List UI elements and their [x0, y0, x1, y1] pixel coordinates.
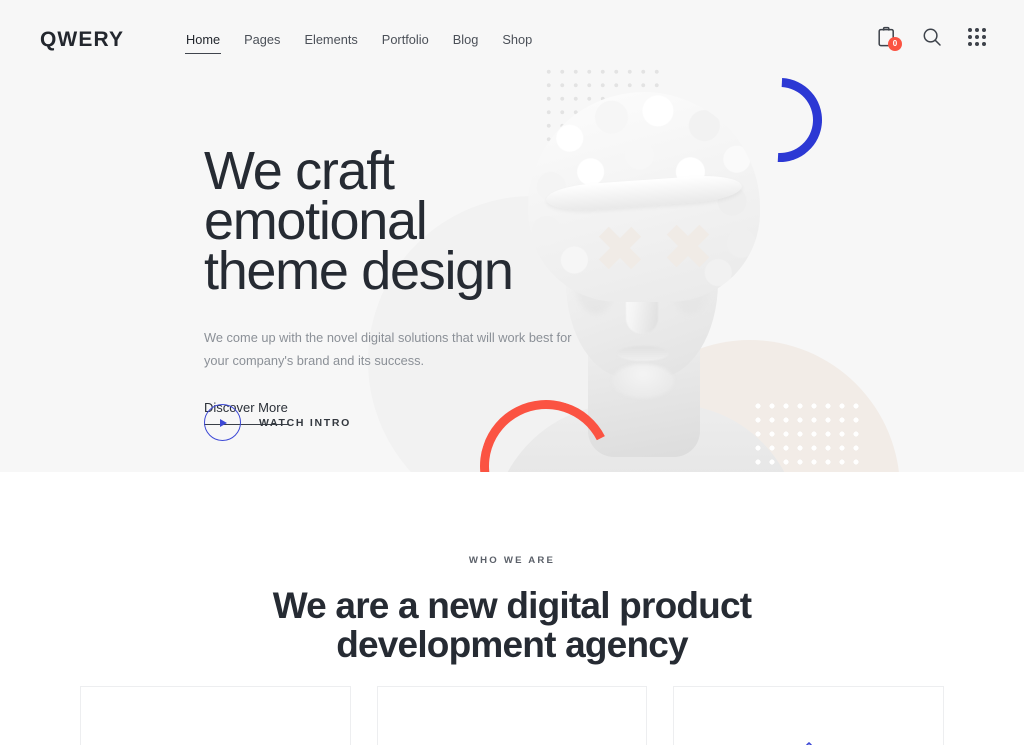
- nav-item-shop[interactable]: Shop: [501, 30, 533, 54]
- grid-menu-icon[interactable]: [968, 27, 986, 46]
- main-navigation: Home Pages Elements Portfolio Blog Shop: [185, 30, 533, 54]
- rocket-icon: [793, 741, 825, 745]
- about-section: WHO WE ARE We are a new digital product …: [0, 472, 1024, 664]
- nav-item-pages[interactable]: Pages: [243, 30, 281, 54]
- nav-item-portfolio[interactable]: Portfolio: [381, 30, 430, 54]
- section-title: We are a new digital product development…: [272, 585, 752, 665]
- watch-intro-button[interactable]: WATCH INTRO: [204, 404, 351, 441]
- dot-grid-pattern-white: [748, 396, 860, 472]
- presentation-chart-icon: [198, 741, 232, 745]
- x-mark-right-eye-icon: [666, 224, 710, 268]
- cart-count-badge: 0: [888, 37, 902, 51]
- hero-subtitle: We come up with the novel digital soluti…: [204, 330, 572, 368]
- hero-title: We craft emotional theme design: [204, 141, 514, 301]
- statue-lips: [617, 346, 669, 361]
- header-icon-group: 0: [877, 26, 986, 51]
- play-icon[interactable]: [204, 404, 241, 441]
- logo[interactable]: QWERY: [40, 28, 124, 52]
- nav-item-elements[interactable]: Elements: [303, 30, 358, 54]
- feature-card[interactable]: [376, 686, 648, 745]
- search-icon[interactable]: [922, 27, 942, 47]
- nav-item-blog[interactable]: Blog: [452, 30, 480, 54]
- feature-card-list: [80, 686, 945, 745]
- hero-copy-block: We craft emotional theme design We come …: [204, 141, 624, 441]
- nav-item-home[interactable]: Home: [185, 30, 222, 54]
- page-root: We craft emotional theme design We come …: [0, 0, 1024, 745]
- feature-card[interactable]: [673, 686, 945, 745]
- section-eyebrow: WHO WE ARE: [468, 555, 556, 566]
- shopping-bag-icon[interactable]: 0: [877, 26, 902, 51]
- site-header: QWERY Home Pages Elements Portfolio Blog…: [0, 0, 1024, 78]
- feature-card[interactable]: [80, 686, 351, 745]
- watch-intro-label: WATCH INTRO: [259, 416, 351, 429]
